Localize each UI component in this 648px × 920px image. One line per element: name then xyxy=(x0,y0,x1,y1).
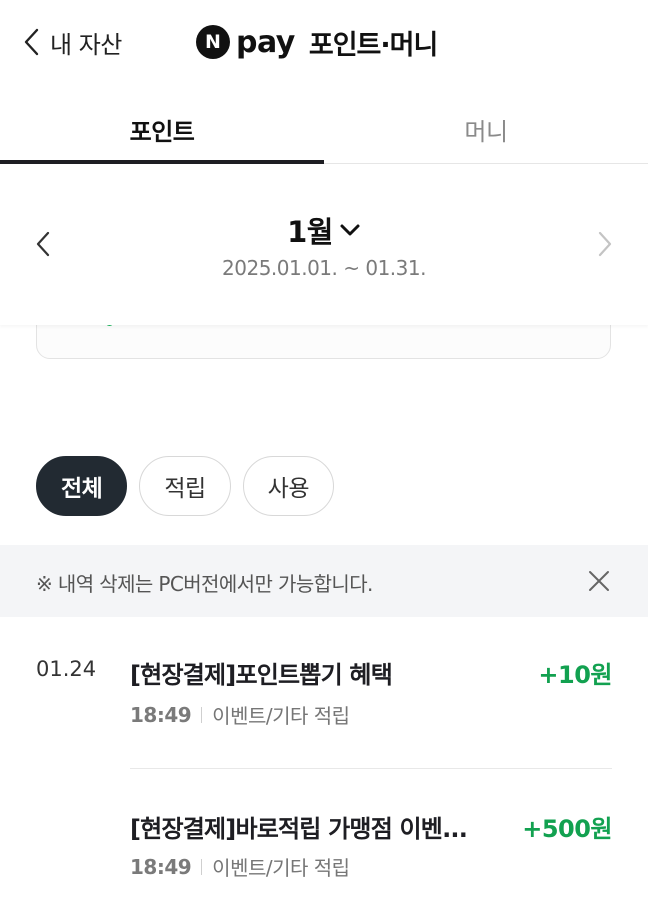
tab-money[interactable]: 머니 xyxy=(324,96,648,162)
tab-bar: 포인트 머니 xyxy=(0,96,648,164)
transaction-time: 18:49 xyxy=(130,702,192,727)
close-notice-button[interactable] xyxy=(586,568,612,594)
filter-chips: 전체 적립 사용 xyxy=(36,456,334,516)
transaction-date: 01.24 xyxy=(36,657,97,681)
transaction-meta: 18:49 이벤트/기타 적립 xyxy=(130,852,350,881)
transaction-category: 이벤트/기타 적립 xyxy=(212,856,350,880)
month-selector: 1월 xyxy=(0,165,648,325)
back-button[interactable]: 내 자산 xyxy=(22,24,122,60)
page-title: N pay 포인트·머니 xyxy=(196,22,438,62)
transaction-meta: 18:49 이벤트/기타 적립 xyxy=(130,700,350,729)
page-title-text: 포인트·머니 xyxy=(308,29,438,61)
date-range: 2025.01.01. ~ 01.31. xyxy=(222,256,426,280)
notice-text: ※ 내역 삭제는 PC버전에서만 가능합니다. xyxy=(36,572,373,596)
meta-divider xyxy=(201,706,203,723)
filter-all-chip[interactable]: 전체 xyxy=(36,456,128,516)
transaction-title: [현장결제]바로적립 가맹점 이벤... xyxy=(130,815,468,843)
transaction-amount: +500원 xyxy=(522,815,612,843)
top-bar: 내 자산 N pay 포인트·머니 xyxy=(0,0,648,88)
close-icon xyxy=(586,571,612,598)
transaction-amount: +10원 xyxy=(538,661,612,689)
row-divider xyxy=(130,768,612,769)
pay-wordmark: pay xyxy=(236,24,295,60)
filter-earn-chip[interactable]: 적립 xyxy=(139,456,231,516)
filter-use-chip[interactable]: 사용 xyxy=(242,456,334,516)
tab-point[interactable]: 포인트 xyxy=(0,96,324,164)
transaction-time: 18:49 xyxy=(130,854,192,879)
transaction-category: 이벤트/기타 적립 xyxy=(212,704,350,728)
chevron-down-icon xyxy=(339,223,361,237)
meta-divider xyxy=(201,858,203,875)
notice-banner: ※ 내역 삭제는 PC버전에서만 가능합니다. xyxy=(0,545,648,617)
chevron-left-icon xyxy=(22,27,40,57)
month-dropdown[interactable]: 1월 xyxy=(0,209,648,251)
npay-logo-icon: N xyxy=(196,25,230,59)
month-label: 1월 xyxy=(287,215,333,249)
back-label: 내 자산 xyxy=(50,30,122,59)
transaction-title: [현장결제]포인트뽑기 혜택 xyxy=(130,661,393,689)
